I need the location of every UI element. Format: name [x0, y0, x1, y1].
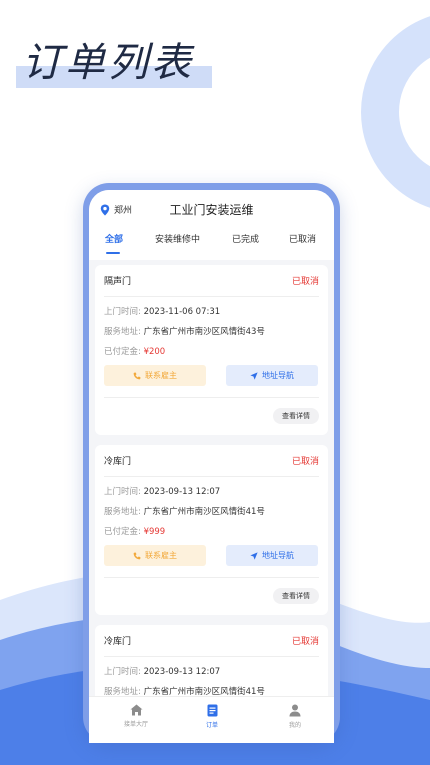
divider — [104, 577, 319, 578]
visit-time-label: 上门时间: — [104, 667, 141, 677]
tab-completed[interactable]: 已完成 — [232, 232, 259, 245]
address-value: 广东省广州市南沙区风情街41号 — [143, 507, 265, 517]
home-icon — [130, 704, 142, 716]
deposit-value: ¥200 — [143, 347, 166, 357]
visit-time-row: 上门时间: 2023-11-06 07:31 — [104, 305, 220, 317]
address-row: 服务地址: 广东省广州市南沙区风情街41号 — [104, 505, 265, 517]
contact-owner-label: 联系雇主 — [145, 551, 177, 560]
order-status-badge: 已取消 — [291, 637, 319, 647]
nav-item-orders[interactable]: 订单 — [182, 704, 242, 729]
phone-icon — [133, 372, 141, 379]
divider — [104, 296, 319, 297]
address-value: 广东省广州市南沙区风情街43号 — [143, 327, 265, 337]
contact-owner-button[interactable]: 联系雇主 — [104, 545, 206, 566]
order-status-badge: 已取消 — [291, 457, 319, 467]
visit-time-row: 上门时间: 2023-09-13 12:07 — [104, 665, 220, 677]
order-status-badge: 已取消 — [291, 277, 319, 287]
tab-all[interactable]: 全部 — [105, 232, 123, 245]
address-navigation-label: 地址导航 — [262, 371, 294, 380]
tab-in-progress[interactable]: 安装维修中 — [155, 232, 200, 245]
app-title: 工业门安装运维 — [169, 203, 254, 217]
deposit-row: 已付定金: ¥999 — [104, 525, 165, 537]
navigation-arrow-icon — [250, 551, 258, 560]
order-door-type: 冷库门 — [104, 457, 132, 467]
deposit-value: ¥999 — [143, 527, 166, 537]
phone-mockup: 郑州 工业门安装运维 全部 安装维修中 已完成 已取消 隔声门 已取消 上门时间… — [83, 183, 340, 743]
order-card[interactable]: 隔声门 已取消 上门时间: 2023-11-06 07:31 服务地址: 广东省… — [95, 265, 328, 435]
nav-item-order-hall[interactable]: 接单大厅 — [106, 704, 166, 728]
active-tab-indicator — [106, 252, 120, 254]
contact-owner-label: 联系雇主 — [145, 371, 177, 380]
visit-time-label: 上门时间: — [104, 307, 141, 317]
nav-item-mine[interactable]: 我的 — [265, 704, 325, 729]
hero-title: 订单列表 — [22, 40, 194, 86]
visit-time-row: 上门时间: 2023-09-13 12:07 — [104, 485, 220, 497]
visit-time-value: 2023-09-13 12:07 — [143, 667, 221, 677]
nav-label-orders: 订单 — [205, 722, 218, 729]
document-icon — [207, 704, 217, 717]
person-icon — [289, 704, 301, 717]
address-navigation-label: 地址导航 — [262, 551, 294, 560]
divider — [104, 476, 319, 477]
view-details-button[interactable]: 查看详情 — [273, 588, 319, 604]
address-label: 服务地址: — [104, 327, 141, 337]
bottom-navigation: 接单大厅 订单 我的 — [89, 696, 334, 743]
navigation-arrow-icon — [250, 371, 258, 380]
deposit-label: 已付定金: — [104, 527, 141, 537]
order-door-type: 隔声门 — [104, 277, 132, 287]
view-details-button[interactable]: 查看详情 — [273, 408, 319, 424]
tab-cancelled[interactable]: 已取消 — [289, 232, 316, 245]
address-row: 服务地址: 广东省广州市南沙区风情街43号 — [104, 325, 265, 337]
order-tabs: 全部 安装维修中 已完成 已取消 — [89, 232, 334, 254]
divider — [104, 656, 319, 657]
visit-time-label: 上门时间: — [104, 487, 141, 497]
visit-time-value: 2023-11-06 07:31 — [143, 307, 221, 317]
address-label: 服务地址: — [104, 507, 141, 517]
contact-owner-button[interactable]: 联系雇主 — [104, 365, 206, 386]
order-door-type: 冷库门 — [104, 637, 132, 647]
nav-label-mine: 我的 — [288, 722, 301, 729]
order-card[interactable]: 冷库门 已取消 上门时间: 2023-09-13 12:07 服务地址: 广东省… — [95, 445, 328, 615]
top-bar: 郑州 工业门安装运维 全部 安装维修中 已完成 已取消 — [89, 190, 334, 260]
divider — [104, 397, 319, 398]
nav-label-order-hall: 接单大厅 — [123, 721, 148, 728]
visit-time-value: 2023-09-13 12:07 — [143, 487, 221, 497]
app-screen: 郑州 工业门安装运维 全部 安装维修中 已完成 已取消 隔声门 已取消 上门时间… — [89, 190, 334, 743]
deposit-label: 已付定金: — [104, 347, 141, 357]
address-navigation-button[interactable]: 地址导航 — [226, 365, 318, 386]
phone-icon — [133, 552, 141, 559]
address-navigation-button[interactable]: 地址导航 — [226, 545, 318, 566]
deposit-row: 已付定金: ¥200 — [104, 345, 165, 357]
